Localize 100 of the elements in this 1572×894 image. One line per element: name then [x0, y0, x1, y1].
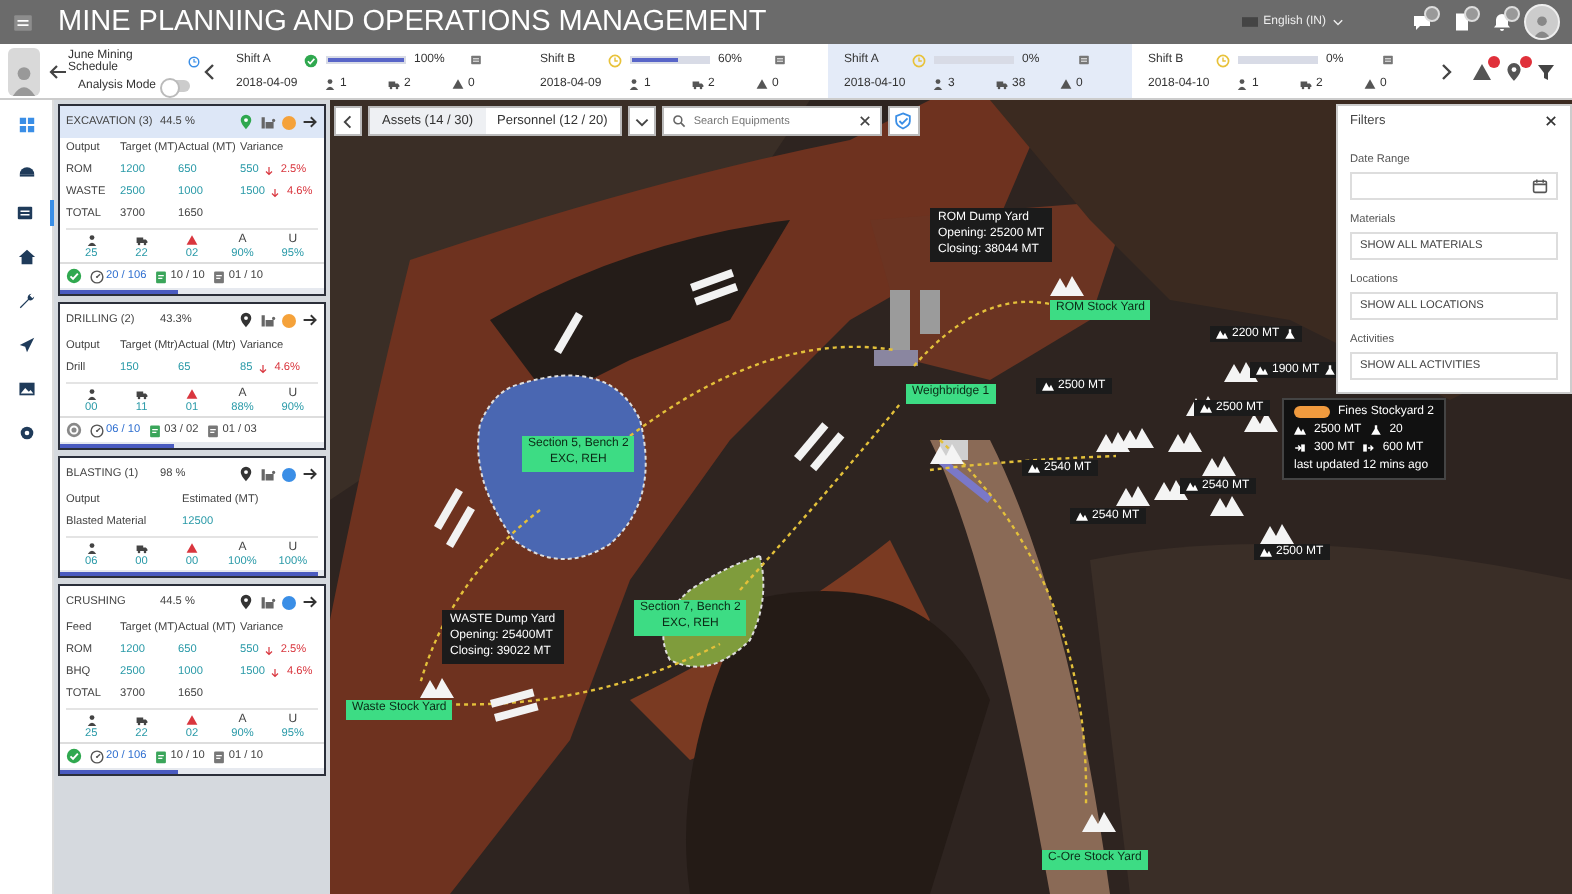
clipboard-icon — [154, 269, 169, 283]
clipboard-icon — [212, 269, 227, 283]
filter-icon[interactable] — [1536, 61, 1556, 81]
chevron-right-icon[interactable] — [1436, 61, 1456, 81]
status-pill — [1294, 406, 1330, 418]
outflow-icon — [1362, 442, 1375, 454]
location-pin-icon[interactable] — [238, 466, 254, 482]
date-range-field[interactable] — [1350, 172, 1558, 200]
caret-icon — [1332, 16, 1344, 28]
truck-icon — [135, 714, 148, 726]
home-icon — [17, 248, 35, 266]
truck-icon — [135, 542, 148, 554]
menu-icon[interactable] — [12, 11, 34, 33]
person-icon — [628, 77, 640, 89]
person-icon — [85, 542, 98, 554]
down-arrow-icon — [264, 646, 275, 656]
warning-icon — [185, 542, 198, 554]
warning-icon — [1364, 77, 1376, 89]
arrow-right-icon[interactable] — [302, 312, 318, 328]
back-arrow-icon[interactable] — [48, 61, 68, 81]
dropdown-button[interactable] — [627, 106, 656, 136]
wrench-icon — [17, 292, 35, 310]
user-avatar[interactable] — [1524, 4, 1560, 40]
document-icon[interactable] — [1452, 12, 1472, 32]
truck-icon — [135, 234, 148, 246]
stockpile-icon — [1202, 456, 1236, 476]
settings-icon — [17, 424, 35, 442]
person-icon — [932, 77, 944, 89]
equipment-icon[interactable] — [260, 594, 276, 610]
calendar-icon[interactable] — [1532, 178, 1548, 194]
gauge-icon — [90, 423, 104, 437]
location-pin-icon[interactable] — [1504, 61, 1524, 81]
gauge-icon — [90, 269, 104, 283]
shield-button[interactable] — [887, 106, 920, 136]
truck-icon — [135, 388, 148, 400]
stockpile-icon — [1096, 432, 1130, 452]
more-icon[interactable] — [1078, 54, 1090, 66]
gauge-icon — [90, 749, 104, 763]
flag-icon — [1241, 14, 1258, 30]
route-tag — [694, 282, 739, 306]
chevron-left-icon — [340, 113, 356, 129]
building-drawing — [874, 290, 940, 366]
stockpile-icon — [1028, 462, 1040, 474]
chevron-down-icon — [633, 113, 650, 129]
down-arrow-icon — [258, 364, 269, 374]
more-icon[interactable] — [774, 54, 786, 66]
person-icon — [1236, 77, 1248, 89]
person-silhouette-icon — [1530, 14, 1554, 38]
grid-icon — [17, 116, 35, 134]
equipment-icon[interactable] — [260, 466, 276, 482]
stockpile-icon — [1076, 510, 1088, 522]
shield-icon — [894, 112, 913, 130]
location-pin-icon[interactable] — [238, 312, 254, 328]
truck-icon — [388, 77, 400, 89]
stockpile-icon — [1210, 496, 1244, 516]
clipboard-icon — [154, 749, 169, 763]
stockpile-icon — [1294, 424, 1306, 436]
arrow-right-icon[interactable] — [302, 466, 318, 482]
arrow-right-icon[interactable] — [302, 594, 318, 610]
list-icon — [15, 204, 33, 222]
stockpile-icon — [1050, 276, 1084, 296]
warning-icon[interactable] — [1472, 61, 1492, 81]
stockpile-icon — [1244, 412, 1278, 432]
person-silhouette-icon — [8, 63, 40, 95]
close-icon[interactable] — [1544, 114, 1558, 128]
stockpile-icon — [1216, 328, 1228, 340]
truck-icon — [692, 77, 704, 89]
analysis-mode-toggle[interactable] — [162, 80, 191, 92]
person-icon — [85, 388, 98, 400]
warning-icon — [185, 714, 198, 726]
equipment-icon[interactable] — [260, 312, 276, 328]
stockpile-icon — [1082, 812, 1116, 832]
stockpile-icon — [930, 444, 964, 464]
person-icon — [85, 714, 98, 726]
message-icon[interactable] — [1412, 12, 1432, 32]
warning-icon — [185, 388, 198, 400]
clipboard-icon — [212, 749, 227, 763]
down-arrow-icon — [264, 166, 275, 176]
route-tag — [490, 688, 535, 708]
down-arrow-icon — [270, 668, 281, 678]
collapse-button[interactable] — [334, 106, 362, 136]
location-pin-icon[interactable] — [238, 594, 254, 610]
person-icon — [324, 77, 336, 89]
stockpile-icon — [1120, 428, 1154, 448]
stockpile-icon — [1116, 486, 1150, 506]
inflow-icon — [1294, 442, 1306, 454]
clear-icon[interactable] — [857, 114, 872, 128]
warning-icon — [756, 77, 768, 89]
down-arrow-icon — [270, 188, 281, 198]
notification-badge — [1504, 6, 1520, 22]
clipboard-icon — [206, 423, 221, 437]
warning-icon — [452, 77, 464, 89]
search-icon — [671, 114, 686, 128]
route-tag — [494, 702, 539, 722]
notification-badge — [1464, 6, 1480, 22]
chevron-left-icon[interactable] — [200, 61, 220, 81]
equipment-icon[interactable] — [260, 114, 276, 130]
more-icon[interactable] — [470, 54, 482, 66]
arrow-right-icon[interactable] — [302, 114, 318, 130]
more-icon[interactable] — [1382, 54, 1394, 66]
